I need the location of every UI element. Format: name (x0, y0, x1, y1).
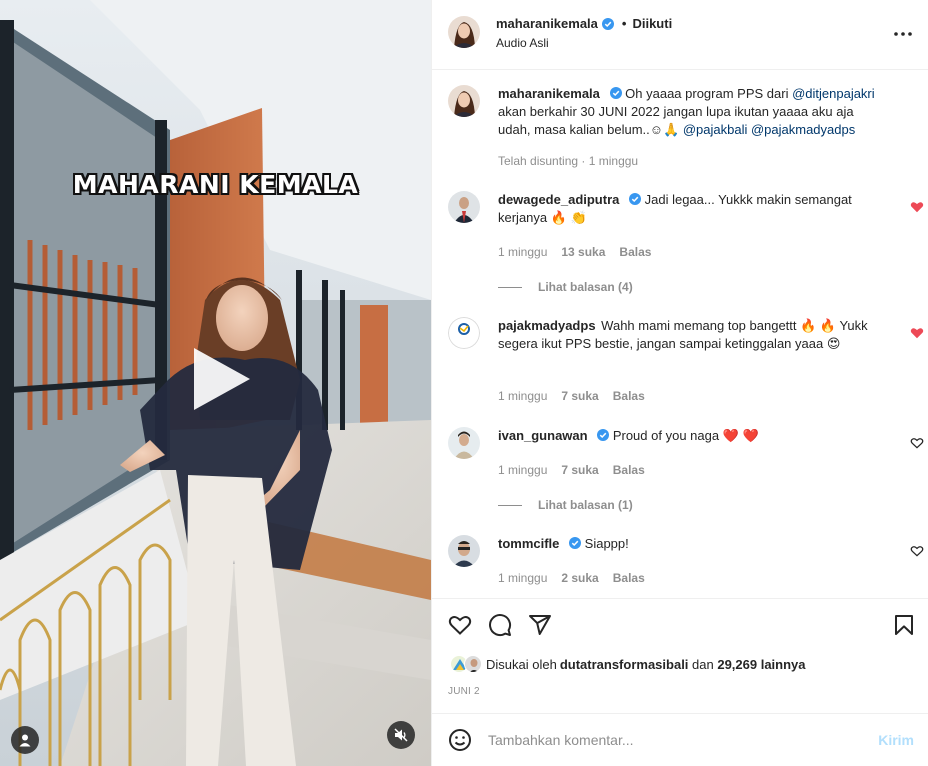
comment-likes[interactable]: 2 suka (561, 571, 598, 585)
user-icon (19, 734, 31, 747)
commenter-avatar[interactable] (448, 317, 480, 349)
caption-text: Oh yaaaa program PPS dari (625, 86, 793, 101)
comment-input[interactable] (488, 732, 848, 748)
comment-time: 1 minggu (498, 245, 548, 259)
view-replies-button[interactable]: Lihat balasan (4) (498, 280, 633, 294)
commenter-avatar[interactable] (448, 535, 480, 567)
add-comment-bar: Kirim (432, 713, 928, 766)
play-button[interactable] (186, 344, 256, 414)
audio-link[interactable]: Audio Asli (496, 36, 672, 50)
author-avatar[interactable] (448, 16, 480, 48)
comment-username[interactable]: tommcifle (498, 536, 559, 551)
comment-meta: 1 minggu 7 suka Balas (498, 463, 645, 477)
comment-username[interactable]: pajakmadyadps (498, 318, 596, 333)
mention-link[interactable]: @pajakbali (683, 122, 748, 137)
post-header: maharanikemala • Diikuti Audio Asli (432, 0, 928, 70)
caption-username[interactable]: maharanikemala (498, 86, 600, 101)
liker-avatars (448, 654, 484, 674)
author-username[interactable]: maharanikemala (496, 16, 598, 31)
comment-text: Proud of you naga ❤️ ❤️ (612, 428, 759, 443)
post-sidebar: maharanikemala • Diikuti Audio Asli maha… (431, 0, 928, 766)
comment-icon[interactable] (488, 613, 512, 637)
liked-by-user[interactable]: dutatransformasibali (560, 657, 689, 672)
tagged-users-button[interactable] (11, 726, 39, 754)
verified-badge-icon (609, 87, 622, 99)
comment-time: 1 minggu (498, 571, 548, 585)
reply-button[interactable]: Balas (613, 463, 645, 477)
post-date[interactable]: JUNI 2 (448, 686, 480, 697)
emoji-icon[interactable] (448, 728, 472, 752)
likes-count[interactable]: 29,269 lainnya (717, 657, 805, 672)
reply-button[interactable]: Balas (613, 389, 645, 403)
following-button[interactable]: Diikuti (632, 16, 672, 31)
comment-like-heart-icon[interactable] (910, 436, 924, 450)
verified-badge-icon (601, 17, 614, 30)
comment-time: 1 minggu (498, 389, 548, 403)
heart-icon[interactable] (448, 613, 472, 637)
share-icon[interactable] (528, 613, 552, 637)
play-icon (194, 348, 250, 410)
mention-link[interactable]: @ditjenpajakri (792, 86, 875, 101)
more-options-button[interactable] (894, 22, 912, 46)
liked-by-prefix: Disukai oleh (486, 656, 557, 672)
view-replies-label: Lihat balasan (1) (538, 498, 633, 512)
comment-meta: 1 minggu 7 suka Balas (498, 389, 645, 403)
comment-username[interactable]: dewagede_adiputra (498, 192, 619, 207)
commenter-avatar[interactable] (448, 427, 480, 459)
comment-likes[interactable]: 7 suka (561, 463, 598, 477)
comment-likes[interactable]: 13 suka (561, 245, 605, 259)
comment-likes[interactable]: 7 suka (561, 389, 598, 403)
comment-like-heart-icon[interactable] (910, 200, 924, 214)
video-overlay-title: MAHARANI KEMALA (72, 170, 359, 199)
post-comment-button[interactable]: Kirim (878, 732, 914, 748)
header-separator: • (621, 16, 627, 31)
divider (498, 286, 522, 288)
comment-time: 1 minggu (498, 463, 548, 477)
divider (498, 504, 522, 506)
caption-timestamp: Telah disunting · 1 minggu (498, 154, 639, 168)
reply-button[interactable]: Balas (613, 571, 645, 585)
view-replies-label: Lihat balasan (4) (538, 280, 633, 294)
verified-badge-icon (569, 537, 582, 549)
commenter-avatar[interactable] (448, 191, 480, 223)
mute-button[interactable] (387, 721, 415, 749)
liked-by-suffix: dan (688, 656, 718, 672)
comment-username[interactable]: ivan_gunawan (498, 428, 588, 443)
verified-badge-icon (597, 429, 610, 441)
view-replies-button[interactable]: Lihat balasan (1) (498, 498, 633, 512)
bookmark-icon[interactable] (892, 613, 916, 637)
comment-text: Siappp! (584, 536, 629, 551)
more-horizontal-icon (894, 32, 912, 36)
reply-button[interactable]: Balas (619, 245, 651, 259)
post-media[interactable]: MAHARANI KEMALA (0, 0, 431, 766)
caption-meta: Telah disunting · 1 minggu (498, 154, 638, 168)
likes-summary: Disukai oleh dutatransformasibali dan 29… (448, 654, 806, 674)
comment-like-heart-icon[interactable] (910, 544, 924, 558)
comment-like-heart-icon[interactable] (910, 326, 924, 340)
audio-muted-icon (394, 728, 408, 742)
verified-badge-icon (629, 193, 641, 205)
comment-meta: 1 minggu 2 suka Balas (498, 571, 645, 585)
post-actions: Disukai oleh dutatransformasibali dan 29… (432, 598, 928, 713)
comments-list[interactable]: maharanikemala Oh yaaaa program PPS dari… (432, 70, 928, 598)
caption-avatar[interactable] (448, 85, 480, 117)
comment-meta: 1 minggu 13 suka Balas (498, 245, 651, 259)
liker-avatar[interactable] (464, 655, 482, 673)
mention-link[interactable]: @pajakmadyadps (751, 122, 855, 137)
